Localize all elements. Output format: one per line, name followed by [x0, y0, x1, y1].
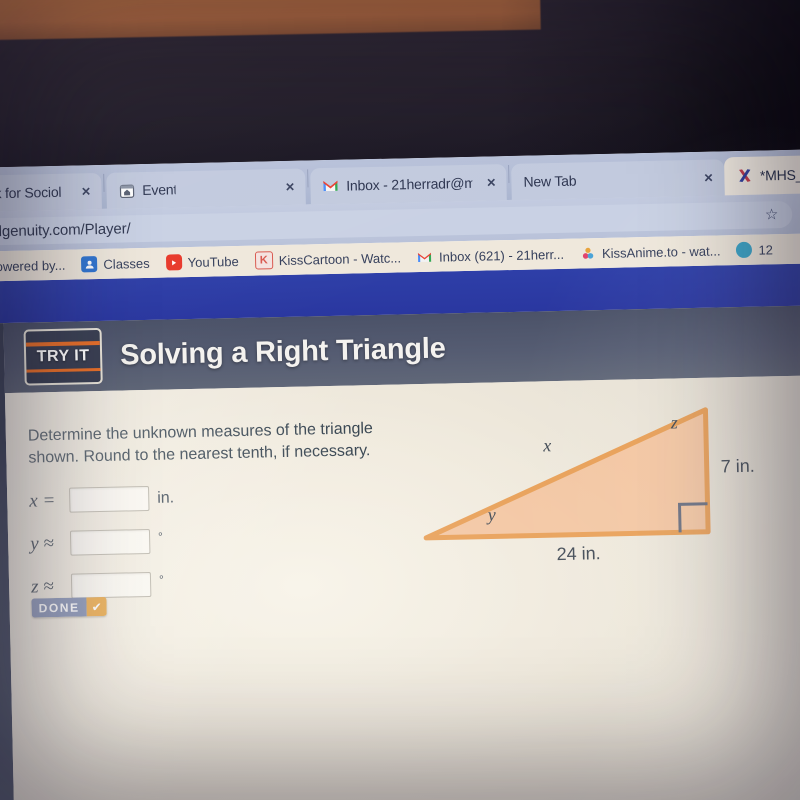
page-title: Solving a Right Triangle	[119, 331, 446, 372]
bookmark-label: Classes	[103, 255, 150, 272]
relation-symbol: ≈	[43, 532, 55, 554]
answer-row-y: y ≈ °	[30, 528, 175, 556]
label-angle-z: z	[670, 412, 678, 433]
browser-tab-2[interactable]: Inbox - 21herradr@mo ×	[309, 164, 508, 205]
variable-name: z	[30, 575, 39, 598]
bookmark-item[interactable]: n - Powered by...	[0, 257, 66, 274]
bookmark-label: YouTube	[187, 253, 239, 270]
variable-name: y	[29, 532, 39, 555]
tab-divider	[103, 173, 105, 192]
bookmark-label: 12	[758, 241, 774, 258]
try-it-badge: TRY IT	[23, 327, 103, 386]
tab-title: *MHS_A	[759, 166, 800, 184]
label-side-7in: 7 in.	[720, 455, 755, 477]
answer-row-z: z ≈ °	[31, 571, 176, 599]
generic-blue-icon	[736, 241, 753, 259]
bookmark-star-icon[interactable]: ☆	[765, 205, 779, 223]
tab-title: Inbox - 21herradr@mo	[346, 174, 474, 194]
degree-label-z: °	[158, 572, 164, 587]
url-text: edgenuity.com/Player/	[0, 219, 131, 240]
browser-tab-0[interactable]: work for Sociolog ×	[0, 172, 102, 212]
photo-of-screen: work for Sociolog × Events × Inbox - 21h…	[0, 0, 800, 800]
calendar-icon	[118, 182, 135, 199]
answer-row-x: x = in.	[29, 485, 174, 513]
close-icon[interactable]: ×	[282, 178, 297, 195]
edgenuity-player: TRY IT Solving a Right Triangle Determin…	[0, 262, 800, 800]
browser-tab-3[interactable]: New Tab ×	[511, 159, 725, 200]
answer-input-y[interactable]	[69, 528, 151, 556]
bookmark-label: KissCartoon - Watc...	[278, 249, 402, 268]
bookmark-item[interactable]: K KissCartoon - Watc...	[254, 248, 402, 270]
close-icon[interactable]: ×	[701, 169, 716, 186]
close-icon[interactable]: ×	[484, 174, 499, 191]
gmail-icon	[417, 249, 433, 265]
bookmark-label: n - Powered by...	[0, 257, 66, 274]
youtube-icon	[165, 254, 182, 271]
kisscartoon-icon: K	[254, 251, 273, 270]
bookmark-label: KissAnime.to - wat...	[601, 242, 721, 261]
label-side-24in: 24 in.	[556, 543, 601, 565]
answer-input-z[interactable]	[70, 571, 152, 599]
browser-tab-4[interactable]: *MHS_A	[723, 154, 800, 196]
bookmark-item[interactable]: Inbox (621) - 21herr...	[417, 246, 564, 265]
close-icon[interactable]: ×	[78, 183, 93, 200]
lesson-content: Determine the unknown measures of the tr…	[4, 374, 800, 800]
bookmark-item[interactable]: KissAnime.to - wat...	[580, 242, 721, 261]
unit-label-x: in.	[157, 488, 175, 507]
variable-label-x: x =	[29, 489, 61, 512]
variable-label-z: z ≈	[31, 575, 63, 598]
variable-label-y: y ≈	[30, 532, 62, 555]
tab-divider	[508, 165, 510, 184]
degree-label-y: °	[157, 529, 164, 544]
try-it-badge-label: TRY IT	[36, 347, 90, 366]
tab-divider	[306, 169, 309, 188]
badge-stripe-bottom	[26, 367, 101, 373]
browser-tab-1[interactable]: Events ×	[105, 168, 306, 209]
check-icon: ✔	[86, 596, 107, 617]
variable-name: x	[29, 489, 38, 512]
question-prompt: Determine the unknown measures of the tr…	[27, 420, 374, 467]
tab-title: work for Sociolog	[0, 183, 62, 202]
answer-input-x[interactable]	[69, 485, 150, 513]
done-button-label: DONE	[31, 597, 87, 618]
badge-stripe-top	[25, 340, 100, 347]
triangle-figure: x y z 7 in. 24 in.	[405, 388, 789, 596]
bookmark-item[interactable]: YouTube	[165, 253, 239, 271]
relation-symbol: ≈	[43, 575, 54, 597]
tab-title: New Tab	[523, 172, 577, 190]
bookmark-item[interactable]: Classes	[81, 255, 150, 273]
google-classroom-icon	[81, 256, 98, 273]
monitor-screen: work for Sociolog × Events × Inbox - 21h…	[0, 148, 800, 800]
label-angle-y: y	[487, 504, 496, 525]
kissanime-icon	[580, 245, 596, 261]
bookmark-label: Inbox (621) - 21herr...	[438, 246, 565, 265]
label-hypotenuse-x: x	[542, 435, 552, 456]
triangle-shape	[423, 407, 711, 541]
tab-title: Events	[142, 181, 176, 199]
bookmark-item[interactable]: 12	[736, 241, 774, 259]
gmail-icon	[322, 177, 339, 194]
triangle-svg	[423, 407, 711, 541]
done-button[interactable]: DONE ✔	[31, 596, 107, 618]
relation-symbol: =	[42, 489, 56, 511]
x-logo-icon	[736, 167, 753, 184]
